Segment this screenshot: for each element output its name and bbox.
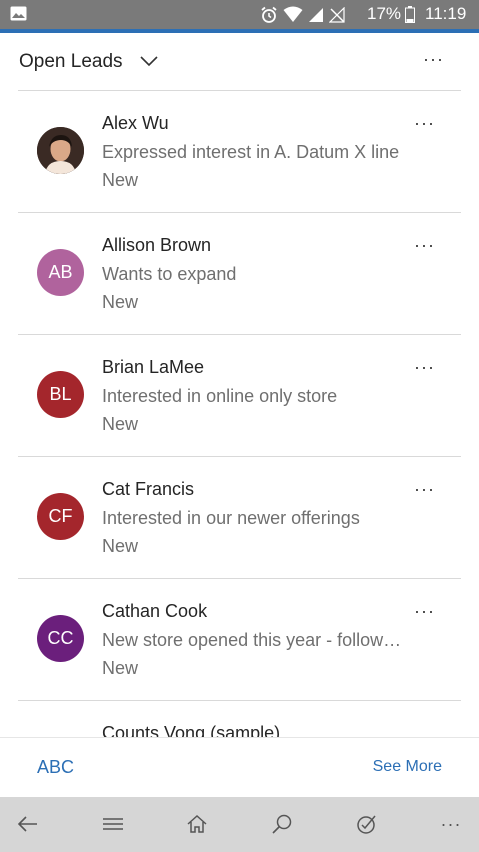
alarm-icon	[261, 6, 277, 23]
lead-name: Alex Wu	[102, 113, 169, 133]
search-button[interactable]	[268, 810, 296, 838]
more-icon: ···	[440, 813, 462, 834]
view-selector-title[interactable]: Open Leads	[19, 51, 123, 73]
row-more-button[interactable]: ···	[414, 357, 435, 378]
list-item[interactable]: BL Brian LaMee Interested in online only…	[0, 335, 479, 457]
battery-icon	[405, 6, 415, 23]
see-more-link[interactable]: See More	[373, 758, 442, 776]
row-more-button[interactable]: ···	[414, 479, 435, 500]
home-button[interactable]	[183, 810, 211, 838]
assistant-icon	[357, 815, 376, 834]
lead-topic: Expressed interest in A. Datum X line	[102, 142, 400, 162]
lead-topic: New store opened this year - follow up	[102, 630, 402, 650]
lead-name: Cathan Cook	[102, 601, 208, 621]
lead-status: New	[102, 170, 139, 190]
clock: 11:19	[425, 4, 467, 23]
search-icon	[272, 814, 292, 834]
lead-topic: Wants to expand	[102, 264, 237, 284]
lead-status: New	[102, 414, 139, 434]
leads-list: Alex Wu Expressed interest in A. Datum X…	[0, 91, 479, 737]
list-item[interactable]: CC Cathan Cook New store opened this yea…	[0, 579, 479, 701]
row-more-button[interactable]: ···	[414, 235, 435, 256]
lead-topic: Interested in our newer offerings	[102, 508, 360, 528]
alphabet-jump-button[interactable]: ABC	[37, 757, 74, 778]
list-item[interactable]: Counts Vong (sample)	[0, 701, 479, 737]
lead-name: Counts Vong (sample)	[102, 723, 281, 737]
lead-status: New	[102, 292, 139, 312]
avatar: AB	[37, 249, 84, 296]
back-icon	[17, 816, 37, 832]
list-item[interactable]: CF Cat Francis Interested in our newer o…	[0, 457, 479, 579]
status-bar: 17% 11:19	[0, 0, 479, 29]
avatar: CC	[37, 615, 84, 662]
profile-photo	[37, 127, 84, 174]
lead-status: New	[102, 536, 139, 556]
row-more-button[interactable]: ···	[414, 113, 435, 134]
list-item[interactable]: AB Allison Brown Wants to expand New ···	[0, 213, 479, 335]
avatar	[37, 127, 84, 174]
battery-percent: 17%	[367, 4, 402, 23]
lead-name: Cat Francis	[102, 479, 195, 499]
status-icons	[260, 5, 345, 24]
lead-name: Allison Brown	[102, 235, 212, 255]
no-signal-icon	[329, 6, 345, 23]
row-more-button[interactable]: ···	[414, 601, 435, 622]
avatar: CF	[37, 493, 84, 540]
home-icon	[187, 814, 207, 833]
menu-button[interactable]	[99, 810, 127, 838]
assistant-button[interactable]	[353, 810, 381, 838]
lead-topic: Interested in online only store	[102, 386, 338, 406]
view-header: Open Leads ···	[0, 33, 479, 91]
app-bar-more-button[interactable]: ···	[437, 810, 465, 838]
list-footer: ABC See More	[0, 737, 479, 796]
back-button[interactable]	[14, 810, 42, 838]
menu-icon	[103, 818, 123, 830]
avatar: BL	[37, 371, 84, 418]
wifi-icon	[283, 6, 303, 22]
app-bar: ···	[0, 797, 479, 852]
chevron-down-icon[interactable]	[139, 54, 159, 68]
lead-status: New	[102, 658, 139, 678]
list-item[interactable]: Alex Wu Expressed interest in A. Datum X…	[0, 91, 479, 213]
header-more-button[interactable]: ···	[423, 49, 444, 70]
gallery-notification-icon	[10, 6, 27, 21]
lead-name: Brian LaMee	[102, 357, 205, 377]
signal-icon	[309, 7, 323, 22]
